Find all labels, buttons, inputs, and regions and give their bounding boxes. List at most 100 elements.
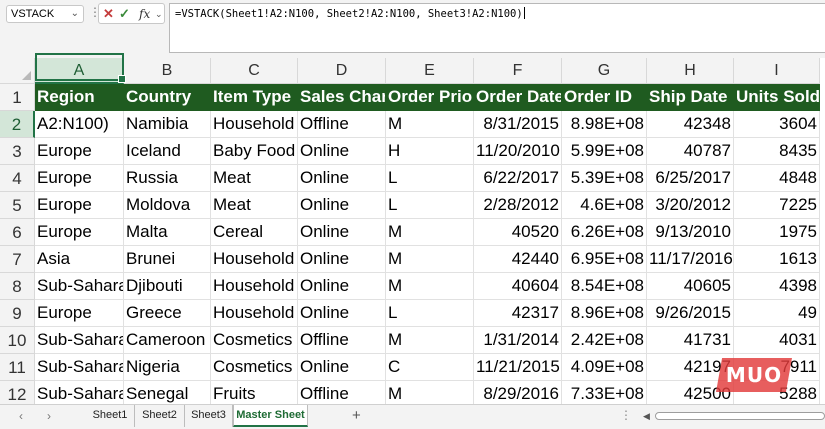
column-header-b[interactable]: B — [124, 58, 211, 84]
cell-h8[interactable]: 40605 — [647, 273, 734, 300]
cell-f7[interactable]: 42440 — [474, 246, 562, 273]
row-header-9[interactable]: 9 — [0, 300, 35, 327]
cell-c10[interactable]: Cosmetics — [211, 327, 298, 354]
cell-g3[interactable]: 5.99E+08 — [562, 138, 647, 165]
scroll-left-icon[interactable]: ◀ — [643, 409, 650, 423]
cell-b6[interactable]: Malta — [124, 219, 211, 246]
cell-b5[interactable]: Moldova — [124, 192, 211, 219]
cell-e12[interactable]: M — [386, 381, 474, 404]
header-cell-h[interactable]: Ship Date — [647, 84, 734, 111]
cell-d5[interactable]: Online — [298, 192, 386, 219]
cell-d6[interactable]: Online — [298, 219, 386, 246]
cell-h6[interactable]: 9/13/2010 — [647, 219, 734, 246]
cell-g10[interactable]: 2.42E+08 — [562, 327, 647, 354]
cell-h7[interactable]: 11/17/2016 — [647, 246, 734, 273]
header-cell-f[interactable]: Order Date — [474, 84, 562, 111]
sheet-tab-sheet1[interactable]: Sheet1 — [86, 405, 135, 427]
cell-g2[interactable]: 8.98E+08 — [562, 111, 647, 138]
cell-b2[interactable]: Namibia — [124, 111, 211, 138]
column-header-i[interactable]: I — [734, 58, 820, 84]
row-header-1[interactable]: 1 — [0, 84, 35, 111]
cell-g11[interactable]: 4.09E+08 — [562, 354, 647, 381]
cell-a7[interactable]: Asia — [35, 246, 124, 273]
cell-a5[interactable]: Europe — [35, 192, 124, 219]
cell-e8[interactable]: M — [386, 273, 474, 300]
cell-c11[interactable]: Cosmetics — [211, 354, 298, 381]
horizontal-scrollbar[interactable]: ◀ — [641, 409, 825, 423]
row-header-2[interactable]: 2 — [0, 111, 35, 138]
cell-a6[interactable]: Europe — [35, 219, 124, 246]
cell-i7[interactable]: 1613 — [734, 246, 820, 273]
cell-c2[interactable]: Household — [211, 111, 298, 138]
cell-a10[interactable]: Sub-Saharan Africa — [35, 327, 124, 354]
cell-f8[interactable]: 40604 — [474, 273, 562, 300]
cell-b10[interactable]: Cameroon — [124, 327, 211, 354]
cell-i2[interactable]: 3604 — [734, 111, 820, 138]
cell-e2[interactable]: M — [386, 111, 474, 138]
row-header-11[interactable]: 11 — [0, 354, 35, 381]
row-header-6[interactable]: 6 — [0, 219, 35, 246]
column-header-d[interactable]: D — [298, 58, 386, 84]
cell-e5[interactable]: L — [386, 192, 474, 219]
add-sheet-button[interactable]: + — [352, 407, 361, 424]
cell-c3[interactable]: Baby Food — [211, 138, 298, 165]
cell-f2[interactable]: 8/31/2015 — [474, 111, 562, 138]
cell-i3[interactable]: 8435 — [734, 138, 820, 165]
sheet-tab-sheet3[interactable]: Sheet3 — [185, 405, 233, 427]
cell-f12[interactable]: 8/29/2016 — [474, 381, 562, 404]
cell-b12[interactable]: Senegal — [124, 381, 211, 404]
column-header-c[interactable]: C — [211, 58, 298, 84]
header-cell-a[interactable]: Region — [35, 84, 124, 111]
header-cell-d[interactable]: Sales Channel — [298, 84, 386, 111]
row-header-3[interactable]: 3 — [0, 138, 35, 165]
column-header-f[interactable]: F — [474, 58, 562, 84]
cell-d9[interactable]: Online — [298, 300, 386, 327]
cell-c5[interactable]: Meat — [211, 192, 298, 219]
cell-i10[interactable]: 4031 — [734, 327, 820, 354]
cell-f9[interactable]: 42317 — [474, 300, 562, 327]
cell-e11[interactable]: C — [386, 354, 474, 381]
header-cell-e[interactable]: Order Priority — [386, 84, 474, 111]
cell-a3[interactable]: Europe — [35, 138, 124, 165]
cell-e4[interactable]: L — [386, 165, 474, 192]
select-all-button[interactable] — [0, 58, 35, 84]
chevron-down-icon[interactable]: ⌄ — [71, 6, 79, 22]
cell-h10[interactable]: 41731 — [647, 327, 734, 354]
cell-d10[interactable]: Offline — [298, 327, 386, 354]
cell-d2[interactable]: Offline — [298, 111, 386, 138]
cell-c9[interactable]: Household — [211, 300, 298, 327]
row-header-4[interactable]: 4 — [0, 165, 35, 192]
cell-b3[interactable]: Iceland — [124, 138, 211, 165]
cell-d4[interactable]: Online — [298, 165, 386, 192]
cell-f3[interactable]: 11/20/2010 — [474, 138, 562, 165]
more-icon[interactable]: ⋮ — [620, 408, 632, 422]
cell-f4[interactable]: 6/22/2017 — [474, 165, 562, 192]
row-header-8[interactable]: 8 — [0, 273, 35, 300]
cell-a9[interactable]: Europe — [35, 300, 124, 327]
enter-icon[interactable]: ✓ — [119, 5, 130, 23]
next-sheet-icon[interactable]: › — [47, 409, 51, 423]
cell-a4[interactable]: Europe — [35, 165, 124, 192]
cell-i8[interactable]: 4398 — [734, 273, 820, 300]
cell-c7[interactable]: Household — [211, 246, 298, 273]
cell-g5[interactable]: 4.6E+08 — [562, 192, 647, 219]
cell-e9[interactable]: L — [386, 300, 474, 327]
cell-h9[interactable]: 9/26/2015 — [647, 300, 734, 327]
cell-g7[interactable]: 6.95E+08 — [562, 246, 647, 273]
cell-f11[interactable]: 11/21/2015 — [474, 354, 562, 381]
cell-c8[interactable]: Household — [211, 273, 298, 300]
cell-b7[interactable]: Brunei — [124, 246, 211, 273]
cell-h4[interactable]: 6/25/2017 — [647, 165, 734, 192]
cell-b11[interactable]: Nigeria — [124, 354, 211, 381]
cell-i4[interactable]: 4848 — [734, 165, 820, 192]
previous-sheet-icon[interactable]: ‹ — [19, 409, 23, 423]
column-header-a[interactable]: A — [35, 58, 124, 84]
cell-e10[interactable]: M — [386, 327, 474, 354]
cell-d8[interactable]: Online — [298, 273, 386, 300]
cell-f5[interactable]: 2/28/2012 — [474, 192, 562, 219]
header-cell-g[interactable]: Order ID — [562, 84, 647, 111]
cell-g6[interactable]: 6.26E+08 — [562, 219, 647, 246]
cell-e7[interactable]: M — [386, 246, 474, 273]
row-header-12[interactable]: 12 — [0, 381, 35, 404]
cell-i6[interactable]: 1975 — [734, 219, 820, 246]
